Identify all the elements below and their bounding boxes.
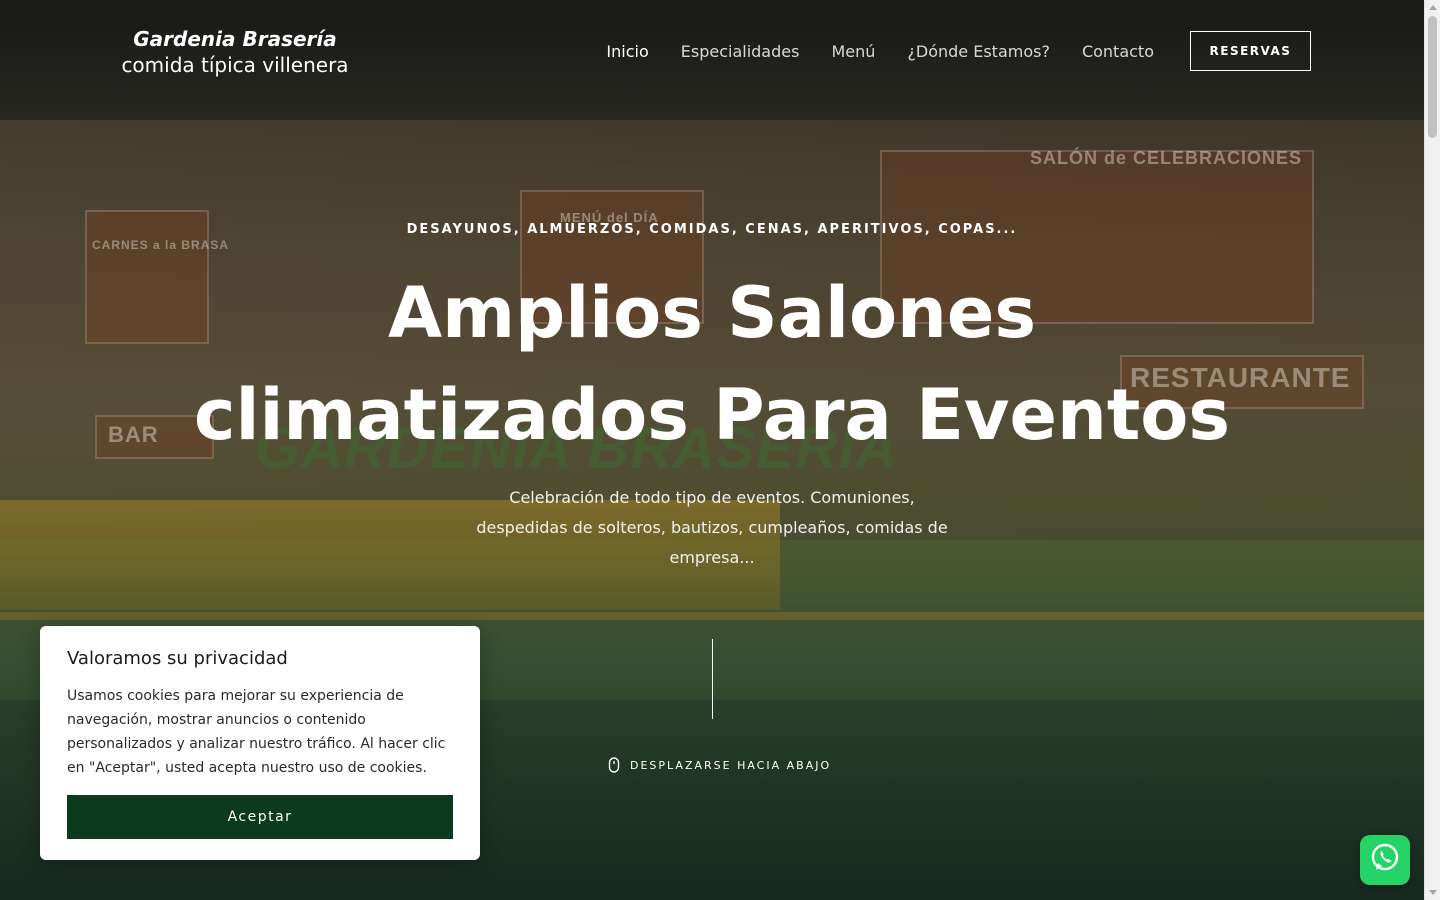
site-logo[interactable]: Gardenia Brasería comida típica villener… <box>120 26 350 78</box>
nav-item-donde-estamos[interactable]: ¿Dónde Estamos? <box>907 40 1050 64</box>
cookie-text: Usamos cookies para mejorar su experienc… <box>67 688 446 776</box>
page-scrollbar[interactable] <box>1424 0 1440 900</box>
logo-tagline: comida típica villenera <box>121 53 349 77</box>
hero-subtext: Celebración de todo tipo de eventos. Com… <box>476 488 948 567</box>
scroll-down-link[interactable]: DESPLAZARSE HACIA ABAJO <box>608 757 831 773</box>
whatsapp-icon <box>1368 841 1402 880</box>
cookie-consent-banner: Valoramos su privacidad Usamos cookies p… <box>40 626 480 860</box>
mouse-icon <box>608 757 620 773</box>
nav-item-menu[interactable]: Menú <box>831 40 875 64</box>
hero-headline: Amplios Salones climatizados Para Evento… <box>0 262 1424 466</box>
hero-eyebrow: DESAYUNOS, ALMUERZOS, COMIDAS, CENAS, AP… <box>406 222 1018 237</box>
site-header: Gardenia Brasería comida típica villener… <box>0 0 1424 104</box>
cookie-accept-button[interactable]: Aceptar <box>67 795 453 839</box>
hero-headline-line-2: climatizados Para Eventos <box>193 374 1231 456</box>
reservas-button[interactable]: RESERVAS <box>1190 31 1311 71</box>
scrollbar-thumb[interactable] <box>1428 16 1437 138</box>
scroll-divider-line <box>712 639 713 719</box>
cookie-title: Valoramos su privacidad <box>67 648 288 669</box>
page: SALÓN de CELEBRACIONES MENÚ del DÍA CARN… <box>0 0 1440 900</box>
logo-name: Gardenia Brasería <box>133 27 337 51</box>
nav-item-especialidades[interactable]: Especialidades <box>681 40 800 64</box>
scroll-down-arrow-icon[interactable] <box>1429 890 1437 895</box>
scroll-down-label: DESPLAZARSE HACIA ABAJO <box>630 758 832 772</box>
hero-headline-line-1: Amplios Salones <box>387 272 1037 354</box>
whatsapp-button[interactable] <box>1360 835 1410 885</box>
background-stripe <box>0 612 1424 620</box>
main-nav: Inicio Especialidades Menú ¿Dónde Estamo… <box>606 40 1154 64</box>
scroll-up-arrow-icon[interactable] <box>1429 5 1437 10</box>
nav-item-contacto[interactable]: Contacto <box>1082 40 1154 64</box>
nav-item-inicio[interactable]: Inicio <box>606 40 648 64</box>
